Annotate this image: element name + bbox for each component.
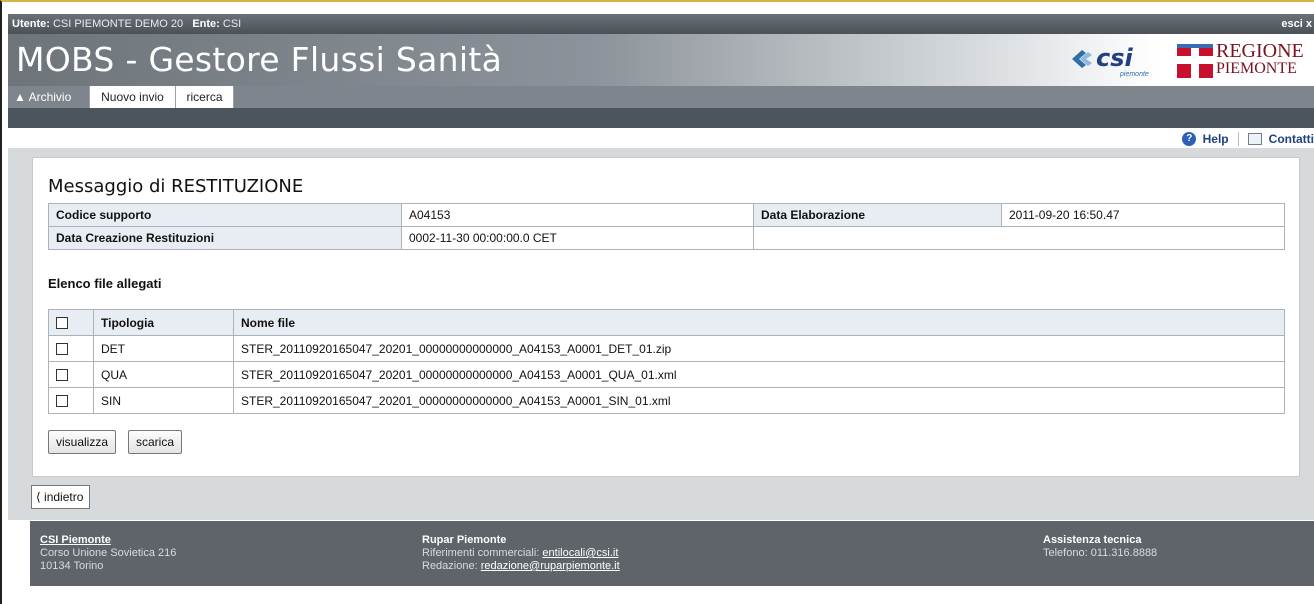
user-bar: Utente: CSI PIEMONTE DEMO 20 Ente: CSI e… — [8, 14, 1314, 34]
ente-value: CSI — [222, 18, 242, 30]
row-checkbox-cell — [48, 335, 94, 362]
data-elaborazione-value: 2011-09-20 16:50.47 — [1001, 203, 1285, 227]
column-header-tipologia: Tipologia — [93, 309, 234, 336]
data-creazione-value: 0002-11-30 00:00:00.0 CET — [401, 226, 754, 250]
subnav-bar — [8, 108, 1314, 128]
footer: CSI Piemonte Corso Unione Sovietica 216 … — [30, 521, 1314, 586]
empty-cell — [753, 226, 1285, 250]
contacts-icon — [1248, 132, 1263, 145]
footer-assistenza-phone: Telefono: 011.316.8888 — [1043, 547, 1158, 559]
footer-csi-title[interactable]: CSI Piemonte — [40, 534, 176, 547]
tab-nuovo-invio-label: Nuovo invio — [101, 90, 164, 104]
select-all-checkbox[interactable] — [56, 317, 68, 330]
nome-file-cell: STER_20110920165047_20201_00000000000000… — [233, 361, 1285, 388]
row-checkbox[interactable] — [56, 343, 68, 356]
tab-archivio[interactable]: ▲ Archivio — [8, 86, 90, 108]
footer-csi-city: 10134 Torino — [40, 560, 104, 572]
info-row: Data Creazione Restituzioni 0002-11-30 0… — [48, 226, 1285, 250]
utente-label: Utente: — [12, 18, 50, 30]
table-row: DET STER_20110920165047_20201_0000000000… — [48, 335, 1285, 362]
files-header-row: Tipologia Nome file — [48, 309, 1285, 336]
regione-flag-icon — [1177, 42, 1213, 78]
contatti-link[interactable]: Contatti — [1269, 129, 1314, 149]
data-creazione-label: Data Creazione Restituzioni — [48, 226, 402, 250]
info-table: Codice supporto A04153 Data Elaborazione… — [48, 203, 1285, 250]
tab-ricerca[interactable]: ricerca — [176, 86, 234, 108]
footer-rupar-redazione: Redazione: redazione@ruparpiemonte.it — [422, 560, 620, 573]
footer-rupar-commercial: Riferimenti commerciali: entilocali@csi.… — [422, 547, 620, 560]
tipologia-cell: SIN — [93, 387, 234, 414]
csi-logo-subtext: piemonte — [1120, 71, 1149, 78]
footer-rupar-commercial-label: Riferimenti commerciali: — [422, 547, 540, 559]
codice-supporto-label: Codice supporto — [48, 203, 402, 227]
scarica-button[interactable]: scarica — [128, 430, 183, 454]
tab-ricerca-label: ricerca — [186, 90, 223, 104]
table-row: SIN STER_20110920165047_20201_0000000000… — [48, 387, 1285, 414]
footer-csi: CSI Piemonte Corso Unione Sovietica 216 … — [40, 534, 176, 573]
help-icon: ? — [1182, 131, 1197, 146]
footer-commercial-email-link[interactable]: entilocali@csi.it — [542, 547, 618, 559]
csi-logo-text: csi — [1096, 44, 1133, 72]
chevron-left-icon: ⟨ — [36, 490, 41, 504]
footer-rupar-title: Rupar Piemonte — [422, 534, 507, 546]
csi-swoosh-icon — [1072, 50, 1092, 68]
row-checkbox-cell — [48, 387, 94, 414]
back-button[interactable]: ⟨ indietro — [31, 485, 91, 509]
divider — [1237, 131, 1239, 146]
files-section-title: Elenco file allegati — [48, 276, 162, 291]
footer-rupar-redazione-label: Redazione: — [422, 560, 478, 572]
tipologia-cell: DET — [93, 335, 234, 362]
data-elaborazione-label: Data Elaborazione — [753, 203, 1002, 227]
footer-rupar: Rupar Piemonte Riferimenti commerciali: … — [422, 534, 620, 573]
tab-nuovo-invio[interactable]: Nuovo invio — [90, 86, 176, 108]
row-checkbox-cell — [48, 361, 94, 388]
help-links: ? Help Contatti — [1182, 128, 1314, 148]
utente-value: CSI PIEMONTE DEMO 20 — [52, 18, 184, 30]
tab-archivio-label: Archivio — [28, 90, 72, 104]
footer-redazione-email-link[interactable]: redazione@ruparpiemonte.it — [481, 560, 620, 572]
row-checkbox[interactable] — [56, 369, 68, 382]
nome-file-cell: STER_20110920165047_20201_00000000000000… — [233, 387, 1285, 414]
logout-link[interactable]: esci x — [1281, 14, 1312, 34]
ente-label: Ente: — [192, 18, 220, 30]
table-row: QUA STER_20110920165047_20201_0000000000… — [48, 361, 1285, 388]
regione-piemonte-logo[interactable]: REGIONE PIEMONTE — [1173, 40, 1313, 82]
regione-line2: PIEMONTE — [1216, 60, 1297, 77]
home-icon: ▲ — [14, 90, 26, 104]
help-link[interactable]: Help — [1203, 129, 1229, 149]
info-row: Codice supporto A04153 Data Elaborazione… — [48, 203, 1285, 227]
app-banner: MOBS - Gestore Flussi Sanità csi piemont… — [8, 34, 1314, 86]
visualizza-button[interactable]: visualizza — [48, 430, 117, 454]
files-table: Tipologia Nome file DET STER_20110920165… — [48, 309, 1285, 414]
codice-supporto-value: A04153 — [401, 203, 754, 227]
row-checkbox[interactable] — [56, 395, 68, 408]
select-all-cell — [48, 309, 94, 336]
footer-assistenza-title: Assistenza tecnica — [1043, 534, 1142, 546]
content-panel: Messaggio di RESTITUZIONE Codice support… — [32, 157, 1300, 477]
toolbar-strip — [8, 128, 1314, 148]
column-header-nome-file: Nome file — [233, 309, 1285, 336]
page-title: Messaggio di RESTITUZIONE — [48, 176, 304, 197]
tipologia-cell: QUA — [93, 361, 234, 388]
footer-csi-address: Corso Unione Sovietica 216 — [40, 547, 177, 559]
footer-assistenza: Assistenza tecnica Telefono: 011.316.888… — [1043, 534, 1157, 560]
main-nav: ▲ Archivio Nuovo invio ricerca — [8, 86, 1314, 108]
nome-file-cell: STER_20110920165047_20201_00000000000000… — [233, 335, 1285, 362]
csi-logo[interactable]: csi piemonte — [1070, 44, 1150, 78]
back-button-label: indietro — [44, 490, 84, 504]
app-title: MOBS - Gestore Flussi Sanità — [16, 40, 503, 79]
